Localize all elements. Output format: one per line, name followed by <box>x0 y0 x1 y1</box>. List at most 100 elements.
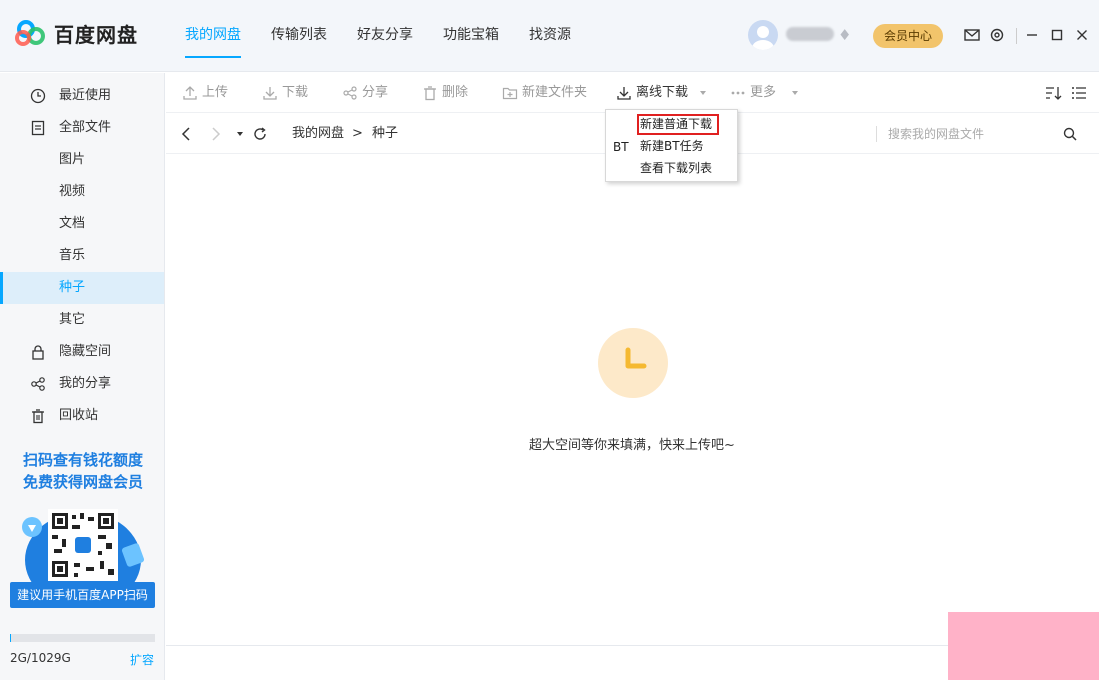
window-controls-divider <box>1016 28 1017 44</box>
promo-scan-button[interactable]: 建议用手机百度APP扫码 <box>10 582 155 608</box>
storage-quota-text: 2G/1029G <box>10 651 71 665</box>
baidu-cloud-logo-icon <box>14 18 48 48</box>
menu-item-new-bt-task[interactable]: 新建BT任务 <box>640 136 704 156</box>
diamond-icon[interactable]: ♦ <box>838 27 856 43</box>
back-icon[interactable] <box>176 123 196 145</box>
clock-icon <box>30 88 46 104</box>
expand-storage-link[interactable]: 扩容 <box>130 651 154 668</box>
download-label: 下载 <box>282 85 309 100</box>
download-button[interactable]: 下载 <box>262 73 308 113</box>
lock-icon <box>32 345 44 360</box>
sidebar-item-label: 我的分享 <box>59 376 112 391</box>
empty-state-message: 超大空间等你来填满，快来上传吧~ <box>529 438 735 453</box>
sidebar-item-label: 种子 <box>59 280 86 295</box>
delete-label: 删除 <box>442 85 469 100</box>
close-icon[interactable] <box>1072 24 1092 46</box>
upload-button[interactable]: 上传 <box>182 73 228 113</box>
app-name: 百度网盘 <box>54 22 138 47</box>
bt-badge: BT <box>613 140 629 154</box>
sidebar-item-hidden-space[interactable]: 隐藏空间 <box>0 336 164 368</box>
sidebar-item-torrents[interactable]: 种子 <box>0 272 164 304</box>
offline-download-menu: 新建普通下载 BT 新建BT任务 查看下载列表 <box>605 109 738 182</box>
new-folder-label: 新建文件夹 <box>522 85 588 100</box>
sidebar-item-label: 最近使用 <box>59 88 112 103</box>
vip-center-button[interactable]: 会员中心 <box>873 24 943 48</box>
forward-icon[interactable] <box>206 123 226 145</box>
sidebar-item-label: 图片 <box>59 152 86 167</box>
storage-quota-bar <box>10 634 155 642</box>
sidebar-item-music[interactable]: 音乐 <box>0 240 164 272</box>
more-button[interactable]: 更多 <box>730 73 776 113</box>
maximize-icon[interactable] <box>1047 24 1067 46</box>
menu-item-new-normal-download[interactable]: 新建普通下载 <box>640 114 712 134</box>
sidebar-item-images[interactable]: 图片 <box>0 144 164 176</box>
breadcrumb-root[interactable]: 我的网盘 <box>292 114 344 154</box>
sidebar-item-label: 视频 <box>59 184 86 199</box>
sidebar-item-recycle-bin[interactable]: 回收站 <box>0 400 164 432</box>
share-label: 分享 <box>362 85 389 100</box>
more-label: 更多 <box>750 85 777 100</box>
sort-icon[interactable] <box>1044 82 1064 104</box>
offline-download-caret-icon[interactable] <box>700 91 706 95</box>
sidebar-item-label: 其它 <box>59 312 86 327</box>
pink-overlay-block <box>948 612 1099 680</box>
avatar[interactable] <box>748 20 778 50</box>
menu-item-view-download-list[interactable]: 查看下载列表 <box>640 158 712 178</box>
sidebar-item-label: 隐藏空间 <box>59 344 112 359</box>
tab-transfer-list[interactable]: 传输列表 <box>256 0 342 72</box>
search-divider <box>876 126 877 142</box>
share-icon <box>343 86 357 100</box>
sidebar-item-all-files[interactable]: 全部文件 <box>0 112 164 144</box>
share-icon <box>31 377 45 391</box>
list-view-icon[interactable] <box>1069 82 1089 104</box>
sidebar-item-recent[interactable]: 最近使用 <box>0 80 164 112</box>
share-button[interactable]: 分享 <box>342 73 388 113</box>
settings-gear-icon[interactable] <box>987 24 1007 46</box>
download-icon <box>263 87 277 100</box>
minimize-icon[interactable] <box>1022 24 1042 46</box>
mail-icon[interactable] <box>962 24 982 46</box>
main-nav: 我的网盘 传输列表 好友分享 功能宝箱 找资源 <box>170 0 586 72</box>
storage-quota-fill <box>10 634 11 642</box>
sidebar-item-documents[interactable]: 文档 <box>0 208 164 240</box>
qr-code-icon <box>48 509 118 581</box>
title-bar: 百度网盘 我的网盘 传输列表 好友分享 功能宝箱 找资源 ♦ 会员中心 <box>0 0 1099 72</box>
sidebar-item-label: 全部文件 <box>59 120 112 135</box>
file-icon <box>31 120 45 136</box>
sidebar-item-label: 回收站 <box>59 408 99 423</box>
promo-title[interactable]: 扫码查有钱花额度 免费获得网盘会员 <box>10 449 156 493</box>
trash-icon <box>32 409 44 424</box>
refresh-icon[interactable] <box>250 123 270 145</box>
empty-state-clock-icon <box>598 328 668 398</box>
download-icon <box>617 87 631 100</box>
trash-icon <box>424 86 436 101</box>
promo-line-1: 扫码查有钱花额度 <box>22 451 143 469</box>
breadcrumb-current: 种子 <box>372 126 399 141</box>
promo-qr-art[interactable] <box>14 505 152 608</box>
offline-download-label: 离线下载 <box>636 85 689 100</box>
sidebar-item-others[interactable]: 其它 <box>0 304 164 336</box>
sidebar-item-label: 音乐 <box>59 248 86 263</box>
sidebar-item-my-shares[interactable]: 我的分享 <box>0 368 164 400</box>
more-caret-icon[interactable] <box>792 91 798 95</box>
file-toolbar: 上传 下载 分享 删除 新建文件夹 离线下载 更多 <box>166 73 1099 113</box>
delete-button[interactable]: 删除 <box>422 73 468 113</box>
tab-toolbox[interactable]: 功能宝箱 <box>428 0 514 72</box>
sidebar-item-videos[interactable]: 视频 <box>0 176 164 208</box>
history-dropdown-icon[interactable] <box>237 132 243 136</box>
tab-find-resources[interactable]: 找资源 <box>514 0 586 72</box>
sidebar: 最近使用 全部文件 图片 视频 文档 音乐 种子 其它 隐藏空间 我的分享 回收… <box>0 73 165 680</box>
new-folder-icon <box>502 87 518 100</box>
more-dots-icon <box>731 91 745 95</box>
sidebar-item-label: 文档 <box>59 216 86 231</box>
tab-friend-share[interactable]: 好友分享 <box>342 0 428 72</box>
tab-my-drive[interactable]: 我的网盘 <box>170 0 256 72</box>
offline-download-button[interactable]: 离线下载 <box>616 73 688 113</box>
username-blurred[interactable] <box>786 27 834 41</box>
new-folder-button[interactable]: 新建文件夹 <box>502 73 587 113</box>
upload-label: 上传 <box>202 85 229 100</box>
breadcrumb-separator: > <box>352 126 363 141</box>
search-icon[interactable] <box>1060 123 1080 145</box>
search-input[interactable] <box>888 122 1058 146</box>
upload-icon <box>183 86 197 100</box>
